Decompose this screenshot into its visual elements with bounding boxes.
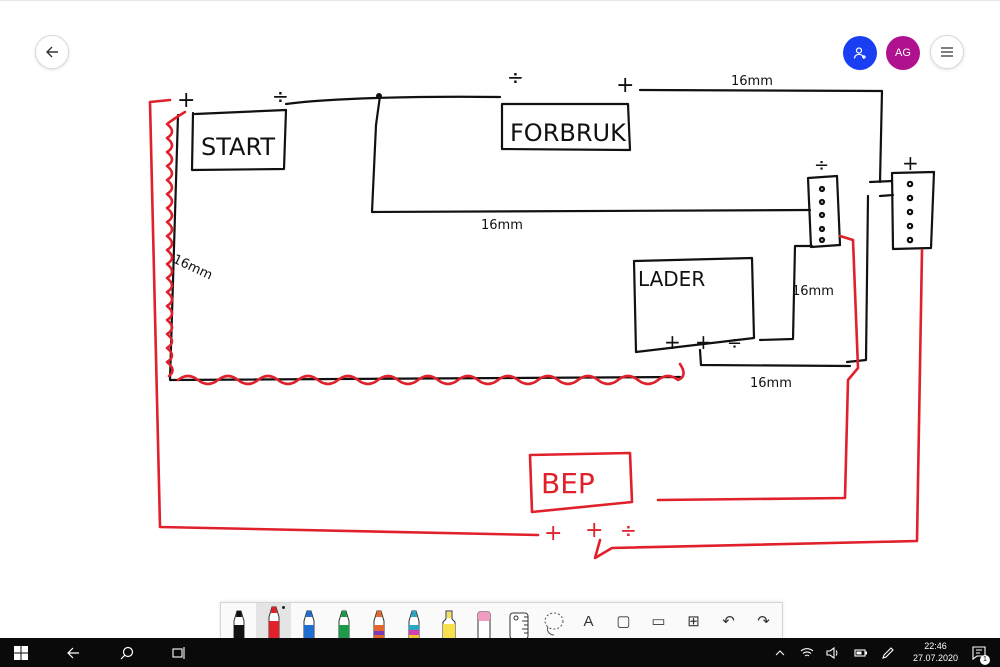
image-tool[interactable]: ▭ [641, 603, 676, 639]
battery-button[interactable] [851, 638, 871, 667]
arrow-left-icon [67, 647, 79, 658]
undo-button[interactable]: ↶ [711, 603, 746, 639]
sticky-note-icon: ▢ [616, 613, 631, 630]
black-labels: START FORBRUK LADER 16mm 16mm 16mm 16mm … [170, 65, 918, 391]
system-clock[interactable]: 22:46 27.07.2020 [913, 640, 958, 664]
eraser-tool[interactable] [466, 603, 501, 639]
ruler-tool[interactable] [501, 603, 536, 639]
forbruk-label: FORBRUK [510, 119, 627, 147]
task-view-button[interactable] [166, 638, 192, 667]
pen-green-tool[interactable] [326, 603, 361, 639]
highlighter-yellow-tool[interactable] [431, 603, 466, 639]
add-icon: ⊞ [687, 613, 700, 630]
start-plus-sign: + [177, 88, 195, 113]
bep-minus-sign: ÷ [620, 518, 637, 542]
battery-icon [854, 648, 867, 657]
lader-label: LADER [638, 267, 705, 291]
taskbar: 22:46 27.07.2020 1 [0, 638, 1000, 667]
forbruk-minus-sign: ÷ [507, 65, 524, 89]
pen-red-icon [268, 606, 279, 639]
wifi-button[interactable] [797, 638, 817, 667]
lader-minus-sign: ÷ [727, 333, 742, 354]
windows-logo-icon [14, 645, 28, 660]
ink-toolbar: A ▢ ▭ ⊞ ↶ ↷ [220, 602, 783, 639]
pen-galaxy-tool[interactable] [361, 603, 396, 639]
eraser-icon [477, 611, 490, 639]
speaker-icon [826, 646, 838, 659]
sticky-note-tool[interactable]: ▢ [606, 603, 641, 639]
bep-label: BEP [541, 467, 595, 500]
wifi-icon [800, 647, 814, 656]
selected-indicator [282, 606, 285, 609]
action-center-button[interactable]: 1 [966, 638, 992, 667]
pos-bus-plus-sign: + [902, 151, 919, 175]
cable-size-right: 16mm [792, 284, 834, 299]
search-button[interactable] [114, 638, 140, 667]
chevron-up-icon [775, 649, 785, 655]
notification-count-badge: 1 [980, 655, 990, 665]
start-button[interactable] [10, 638, 32, 667]
volume-button[interactable] [823, 638, 843, 667]
lasso-tool[interactable] [536, 603, 571, 639]
pen-black-tool[interactable] [221, 603, 256, 639]
clock-date: 27.07.2020 [912, 653, 958, 663]
whiteboard-canvas[interactable]: START FORBRUK LADER 16mm 16mm 16mm 16mm … [0, 0, 1000, 602]
image-icon: ▭ [651, 613, 666, 630]
pen-rainbow-tool[interactable] [396, 603, 431, 639]
cable-size-bottom: 16mm [750, 376, 792, 391]
bep-plus-sign-2: + [585, 518, 603, 543]
show-hidden-icons-button[interactable] [770, 638, 790, 667]
task-view-icon [172, 646, 185, 659]
pen-blue-tool[interactable] [291, 603, 326, 639]
pen-green-icon [338, 610, 349, 639]
highlighter-icon [442, 610, 455, 639]
cable-size-left: 16mm [170, 252, 214, 283]
junction-dot [376, 93, 382, 99]
lader-plus-sign-1: + [664, 330, 681, 354]
cable-size-mid: 16mm [481, 218, 523, 233]
cable-size-top: 16mm [731, 74, 773, 89]
pen-galaxy-icon [373, 610, 384, 639]
pen-icon [882, 646, 894, 659]
search-icon [120, 646, 134, 659]
bep-plus-sign-1: + [544, 521, 562, 546]
add-tool[interactable]: ⊞ [676, 603, 711, 639]
start-label: START [201, 133, 275, 161]
ruler-icon [509, 612, 528, 639]
pen-red-tool[interactable] [256, 603, 291, 639]
pen-black-icon [233, 610, 244, 639]
pen-blue-icon [303, 610, 314, 639]
neg-bus-minus-sign: ÷ [814, 155, 829, 176]
lader-plus-sign-2: + [695, 330, 712, 354]
pen-workspace-button[interactable] [878, 638, 898, 667]
lasso-icon [544, 612, 563, 636]
undo-icon: ↶ [722, 613, 735, 630]
pen-rainbow-icon [408, 610, 419, 639]
redo-icon: ↷ [757, 613, 770, 630]
start-minus-sign: ÷ [272, 84, 289, 108]
text-tool[interactable]: A [571, 603, 606, 639]
clock-time: 22:46 [924, 641, 947, 651]
forbruk-plus-sign: + [616, 73, 634, 98]
taskbar-back-button[interactable] [60, 638, 86, 667]
redo-button[interactable]: ↷ [746, 603, 781, 639]
text-icon: A [583, 612, 594, 630]
